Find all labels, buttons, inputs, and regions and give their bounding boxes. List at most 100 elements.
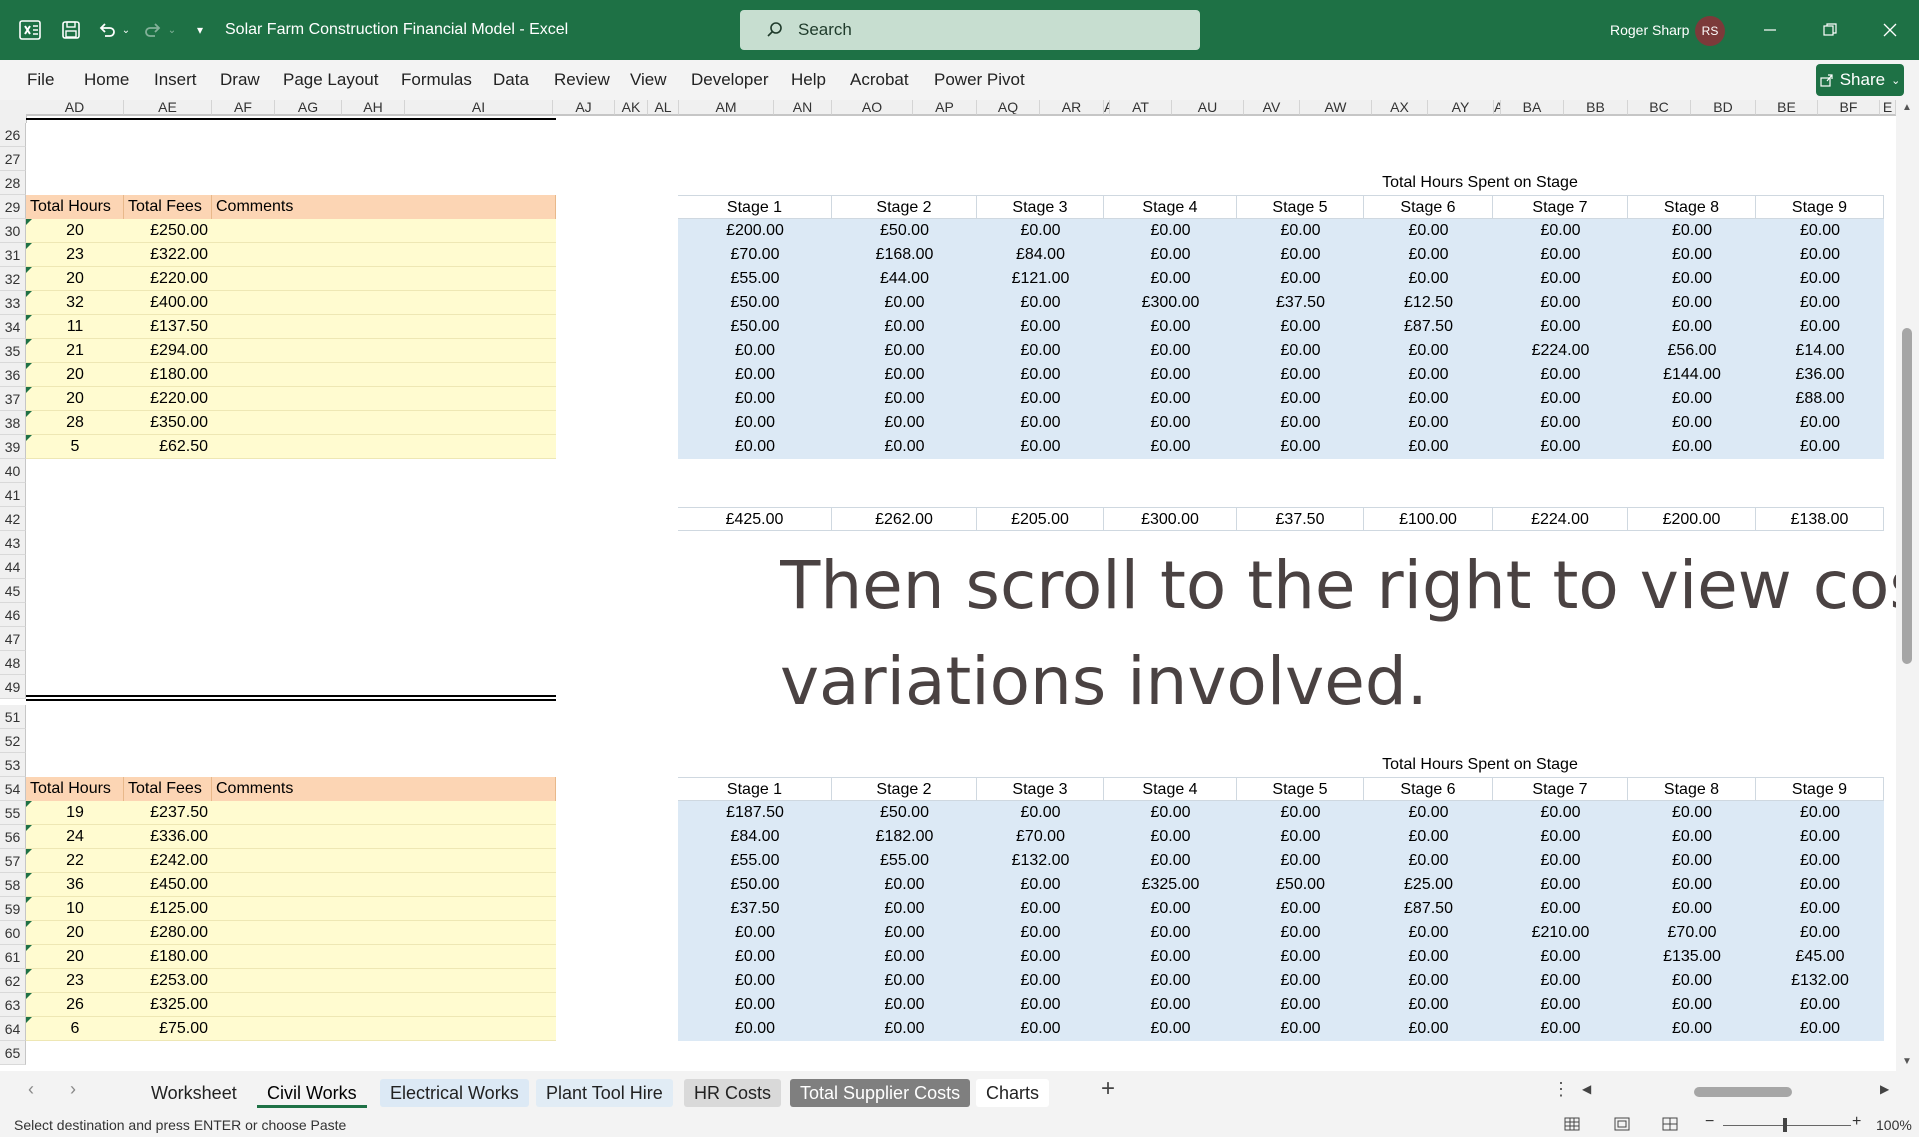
column-header-ag[interactable]: AG	[275, 100, 342, 115]
stage-cost-cell[interactable]: £0.00	[1628, 849, 1756, 873]
stage-cost-cell[interactable]: £87.50	[1364, 315, 1493, 339]
comments-cell[interactable]	[212, 387, 556, 411]
stage-cost-cell[interactable]: £0.00	[1628, 411, 1756, 435]
horizontal-scroll-thumb[interactable]	[1694, 1087, 1792, 1097]
column-header-ae[interactable]: AE	[124, 100, 212, 115]
stage-cost-cell[interactable]: £0.00	[1756, 849, 1884, 873]
stage-cost-cell[interactable]: £0.00	[1237, 969, 1364, 993]
stage-header-1[interactable]: Stage 1	[678, 195, 832, 219]
stage-header-9[interactable]: Stage 9	[1756, 195, 1884, 219]
stage-total-cell[interactable]: £262.00	[832, 507, 977, 531]
column-header-bd[interactable]: BD	[1691, 100, 1756, 115]
stage-cost-cell[interactable]: £0.00	[1493, 291, 1628, 315]
row-header-31[interactable]: 31	[0, 243, 26, 267]
total-hours-cell[interactable]: 20	[26, 363, 124, 387]
stage-cost-cell[interactable]: £0.00	[1364, 969, 1493, 993]
row-header-60[interactable]: 60	[0, 921, 26, 945]
stage-cost-cell[interactable]: £0.00	[1628, 825, 1756, 849]
total-fees-cell[interactable]: £350.00	[124, 411, 212, 435]
row-header-34[interactable]: 34	[0, 315, 26, 339]
stage-cost-cell[interactable]: £88.00	[1756, 387, 1884, 411]
stage-cost-cell[interactable]: £0.00	[1756, 243, 1884, 267]
stage-cost-cell[interactable]: £0.00	[977, 897, 1104, 921]
stage-cost-cell[interactable]: £200.00	[678, 219, 832, 243]
stage-header-3[interactable]: Stage 3	[977, 777, 1104, 801]
stage-cost-cell[interactable]: £0.00	[1493, 825, 1628, 849]
zoom-slider[interactable]	[1723, 1125, 1851, 1126]
comments-cell[interactable]	[212, 801, 556, 825]
row-header-43[interactable]: 43	[0, 531, 26, 555]
comments-cell[interactable]	[212, 873, 556, 897]
row-header-36[interactable]: 36	[0, 363, 26, 387]
stage-cost-cell[interactable]: £0.00	[1364, 339, 1493, 363]
total-hours-cell[interactable]: 21	[26, 339, 124, 363]
stage-cost-cell[interactable]: £0.00	[1364, 267, 1493, 291]
row-header-30[interactable]: 30	[0, 219, 26, 243]
row-header-65[interactable]: 65	[0, 1041, 26, 1065]
vertical-scrollbar[interactable]: ▲ ▼	[1896, 100, 1919, 1071]
stage-header-5[interactable]: Stage 5	[1237, 195, 1364, 219]
stage-cost-cell[interactable]: £37.50	[678, 897, 832, 921]
total-fees-cell[interactable]: £242.00	[124, 849, 212, 873]
stage-cost-cell[interactable]: £0.00	[977, 873, 1104, 897]
row-header-48[interactable]: 48	[0, 651, 26, 675]
page-break-view-icon[interactable]	[1661, 1115, 1679, 1136]
column-header-ao[interactable]: AO	[832, 100, 913, 115]
stage-cost-cell[interactable]: £0.00	[1364, 993, 1493, 1017]
stage-cost-cell[interactable]: £84.00	[678, 825, 832, 849]
stage-cost-cell[interactable]: £0.00	[1104, 267, 1237, 291]
total-hours-cell[interactable]: 20	[26, 267, 124, 291]
stage-cost-cell[interactable]: £0.00	[977, 339, 1104, 363]
stage-cost-cell[interactable]: £0.00	[1493, 387, 1628, 411]
save-icon[interactable]	[56, 0, 86, 60]
stage-cost-cell[interactable]: £0.00	[1104, 363, 1237, 387]
stage-cost-cell[interactable]: £0.00	[832, 435, 977, 459]
stage-cost-cell[interactable]: £0.00	[678, 945, 832, 969]
total-hours-cell[interactable]: 32	[26, 291, 124, 315]
stage-cost-cell[interactable]: £0.00	[1628, 291, 1756, 315]
stage-cost-cell[interactable]: £0.00	[1628, 219, 1756, 243]
page-layout-view-icon[interactable]	[1613, 1115, 1631, 1136]
stage-cost-cell[interactable]: £45.00	[1756, 945, 1884, 969]
row-header-63[interactable]: 63	[0, 993, 26, 1017]
stage-cost-cell[interactable]: £0.00	[1104, 387, 1237, 411]
total-fees-cell[interactable]: £125.00	[124, 897, 212, 921]
stage-cost-cell[interactable]: £0.00	[1756, 873, 1884, 897]
stage-cost-cell[interactable]: £0.00	[1756, 825, 1884, 849]
total-fees-cell[interactable]: £250.00	[124, 219, 212, 243]
stage-cost-cell[interactable]: £0.00	[1364, 363, 1493, 387]
stage-cost-cell[interactable]: £0.00	[832, 993, 977, 1017]
row-header-47[interactable]: 47	[0, 627, 26, 651]
row-header-61[interactable]: 61	[0, 945, 26, 969]
total-fees-cell[interactable]: £450.00	[124, 873, 212, 897]
stage-cost-cell[interactable]: £0.00	[1628, 801, 1756, 825]
comments-cell[interactable]	[212, 849, 556, 873]
stage-cost-cell[interactable]: £0.00	[1104, 969, 1237, 993]
stage-cost-cell[interactable]: £37.50	[1237, 291, 1364, 315]
stage-cost-cell[interactable]: £0.00	[678, 993, 832, 1017]
scroll-left-icon[interactable]: ◀	[1582, 1082, 1591, 1096]
stage-cost-cell[interactable]: £50.00	[832, 219, 977, 243]
stage-cost-cell[interactable]: £50.00	[832, 801, 977, 825]
column-header-ad[interactable]: AD	[26, 100, 124, 115]
stage-cost-cell[interactable]: £0.00	[1237, 897, 1364, 921]
stage-cost-cell[interactable]: £55.00	[678, 267, 832, 291]
avatar[interactable]: RS	[1695, 16, 1725, 46]
stage-cost-cell[interactable]: £0.00	[1237, 825, 1364, 849]
stage-cost-cell[interactable]: £0.00	[1493, 849, 1628, 873]
column-header-al[interactable]: AL	[648, 100, 679, 115]
add-sheet-icon[interactable]: +	[1101, 1075, 1115, 1103]
row-header-27[interactable]: 27	[0, 147, 26, 171]
stage-cost-cell[interactable]: £0.00	[1237, 993, 1364, 1017]
tab-acrobat[interactable]: Acrobat	[850, 60, 909, 100]
stage-cost-cell[interactable]: £0.00	[977, 363, 1104, 387]
row-header-49[interactable]: 49	[0, 675, 26, 699]
comments-cell[interactable]	[212, 435, 556, 459]
stage-cost-cell[interactable]: £0.00	[977, 945, 1104, 969]
stage-header-3[interactable]: Stage 3	[977, 195, 1104, 219]
total-hours-cell[interactable]: 22	[26, 849, 124, 873]
row-header-32[interactable]: 32	[0, 267, 26, 291]
row-header-26[interactable]: 26	[0, 123, 26, 147]
close-icon[interactable]	[1870, 0, 1910, 60]
stage-cost-cell[interactable]: £44.00	[832, 267, 977, 291]
